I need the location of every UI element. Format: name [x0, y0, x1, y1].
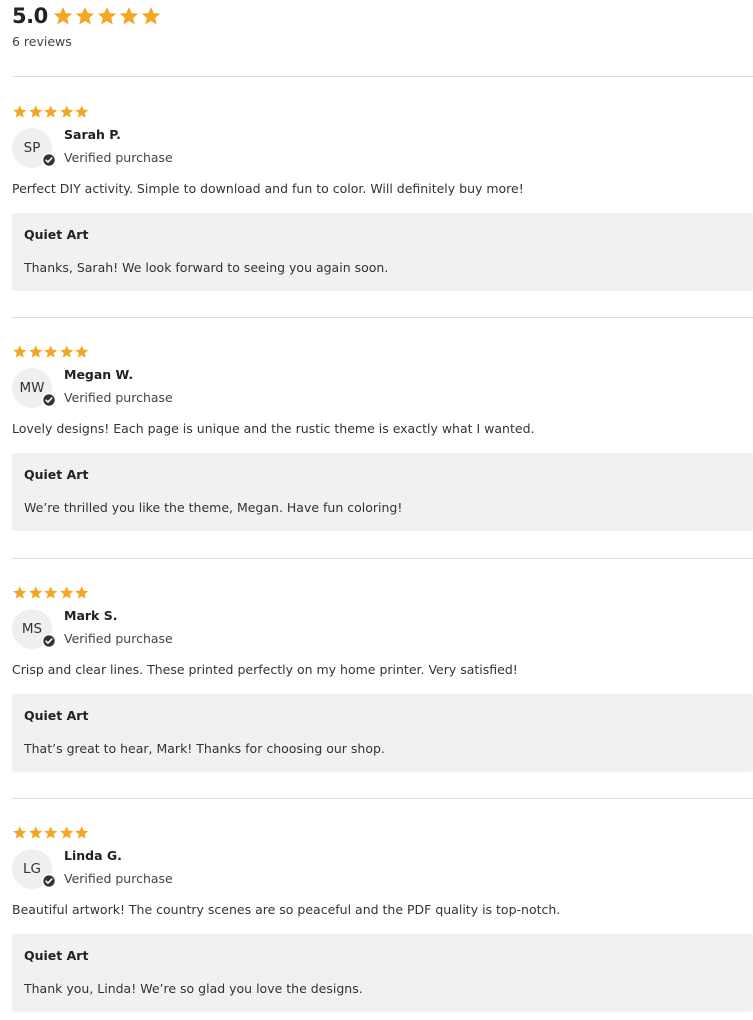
verified-check-icon: [42, 634, 56, 648]
review-stars: [12, 825, 753, 841]
star-icon: [44, 586, 58, 599]
review-stars: [12, 344, 753, 360]
rating-row: 5.0: [12, 4, 162, 28]
reply-text: Thanks, Sarah! We look forward to seeing…: [24, 260, 389, 275]
reviewer-name: Megan W.: [64, 367, 134, 382]
star-icon: [44, 826, 58, 839]
reviewer-name: Linda G.: [64, 848, 122, 863]
star-icon: [28, 826, 42, 839]
star-icon: [28, 105, 42, 118]
star-icon: [28, 345, 42, 358]
star-icon: [59, 345, 73, 358]
divider: [12, 76, 753, 77]
review-text: Crisp and clear lines. These printed per…: [12, 662, 518, 677]
average-rating: 5.0: [12, 4, 48, 28]
star-icon: [75, 7, 94, 25]
star-icon: [59, 105, 73, 118]
divider: [12, 558, 753, 559]
star-icon: [141, 7, 160, 25]
verified-label: Verified purchase: [64, 871, 173, 886]
star-icon: [75, 826, 89, 839]
divider: [12, 317, 753, 318]
review-count: 6 reviews: [12, 34, 72, 49]
star-icon: [75, 105, 89, 118]
seller-reply: Quiet Art We’re thrilled you like the th…: [12, 453, 753, 531]
review-author: MS Mark S. Verified purchase: [12, 607, 753, 653]
seller-reply: Quiet Art Thanks, Sarah! We look forward…: [12, 213, 753, 291]
reply-author: Quiet Art: [24, 227, 89, 242]
seller-reply: Quiet Art That’s great to hear, Mark! Th…: [12, 694, 753, 772]
verified-check-icon: [42, 393, 56, 407]
verified-label: Verified purchase: [64, 631, 173, 646]
review-stars: [12, 585, 753, 601]
review-text: Perfect DIY activity. Simple to download…: [12, 181, 524, 196]
verified-label: Verified purchase: [64, 390, 173, 405]
star-icon: [13, 586, 27, 599]
reply-text: We’re thrilled you like the theme, Megan…: [24, 500, 403, 515]
verified-check-icon: [42, 874, 56, 888]
star-icon: [59, 586, 73, 599]
reply-text: Thank you, Linda! We’re so glad you love…: [24, 981, 363, 996]
reply-author: Quiet Art: [24, 708, 89, 723]
rating-summary: 5.0 6 reviews: [12, 4, 162, 49]
star-icon: [13, 826, 27, 839]
reply-text: That’s great to hear, Mark! Thanks for c…: [24, 741, 385, 756]
review-text: Beautiful artwork! The country scenes ar…: [12, 902, 561, 917]
divider: [12, 798, 753, 799]
verified-label: Verified purchase: [64, 150, 173, 165]
review-stars: [12, 104, 753, 120]
review-item: MS Mark S. Verified purchase Crisp and c…: [12, 585, 753, 772]
review-author: MW Megan W. Verified purchase: [12, 366, 753, 412]
review-item: MW Megan W. Verified purchase Lovely des…: [12, 344, 753, 531]
review-item: SP Sarah P. Verified purchase Perfect DI…: [12, 104, 753, 291]
seller-reply: Quiet Art Thank you, Linda! We’re so gla…: [12, 934, 753, 1012]
reviewer-name: Mark S.: [64, 608, 118, 623]
star-icon: [44, 105, 58, 118]
reply-author: Quiet Art: [24, 948, 89, 963]
review-author: SP Sarah P. Verified purchase: [12, 126, 753, 172]
review-text: Lovely designs! Each page is unique and …: [12, 421, 535, 436]
star-icon: [75, 345, 89, 358]
star-icon: [28, 586, 42, 599]
star-icon: [53, 7, 72, 25]
star-icon: [44, 345, 58, 358]
average-stars: [52, 5, 162, 27]
review-item: LG Linda G. Verified purchase Beautiful …: [12, 825, 753, 1012]
star-icon: [59, 826, 73, 839]
star-icon: [97, 7, 116, 25]
star-icon: [75, 586, 89, 599]
reviewer-name: Sarah P.: [64, 127, 121, 142]
star-icon: [13, 345, 27, 358]
reply-author: Quiet Art: [24, 467, 89, 482]
star-icon: [119, 7, 138, 25]
verified-check-icon: [42, 153, 56, 167]
review-author: LG Linda G. Verified purchase: [12, 847, 753, 893]
star-icon: [13, 105, 27, 118]
